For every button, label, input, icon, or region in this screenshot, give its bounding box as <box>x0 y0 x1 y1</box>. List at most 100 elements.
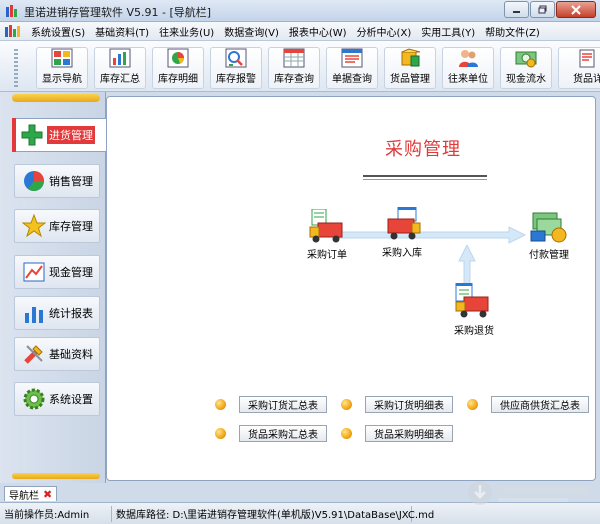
inventory-query-button[interactable]: 库存查询 <box>268 47 320 89</box>
bullet-icon <box>215 399 226 410</box>
tab-label: 导航栏 <box>9 490 39 502</box>
inventory-alarm-button[interactable]: 库存报警 <box>210 47 262 89</box>
nav-item-inventory[interactable]: 库存管理 <box>14 209 100 243</box>
goods-detail-button[interactable]: 货品详 <box>558 47 600 89</box>
nav-item-reports[interactable]: 统计报表 <box>14 296 100 330</box>
inventory-query-label: 库存查询 <box>274 74 314 85</box>
goods-management-label: 货品管理 <box>390 74 430 85</box>
flow-arrow-horizontal <box>337 226 527 244</box>
nav-item-system-settings[interactable]: 系统设置 <box>14 382 100 416</box>
document-icon <box>341 48 363 68</box>
nav-item-sales[interactable]: 销售管理 <box>14 164 100 198</box>
goods-detail-icon <box>579 49 595 68</box>
money-icon <box>515 51 537 68</box>
document-query-button[interactable]: 单据查询 <box>326 47 378 89</box>
inventory-summary-label: 库存汇总 <box>100 74 140 85</box>
inventory-detail-button[interactable]: 库存明细 <box>152 47 204 89</box>
nav-item-label: 统计报表 <box>49 307 93 320</box>
menu-logo-icon[interactable] <box>4 24 22 38</box>
flow-node-purchase-return[interactable]: 采购退货 <box>454 283 494 337</box>
receive-truck-icon <box>387 207 421 240</box>
flow-node-purchase-order[interactable]: 采购订单 <box>307 209 347 261</box>
nav-item-cash[interactable]: 现金管理 <box>14 255 100 289</box>
nav-item-basic-data[interactable]: 基础资料 <box>14 337 100 371</box>
bullet-icon <box>215 428 226 439</box>
report-button-order-summary[interactable]: 采购订货汇总表 <box>239 396 327 413</box>
title-rule <box>363 175 487 177</box>
show-nav-button[interactable]: 显示导航 <box>36 47 88 89</box>
toolbar-grip[interactable] <box>14 49 18 87</box>
goods-management-button[interactable]: 货品管理 <box>384 47 436 89</box>
tools-icon <box>21 341 47 367</box>
report-button-goods-purchase-summary[interactable]: 货品采购汇总表 <box>239 425 327 442</box>
report-link: 供应商供货汇总表 <box>467 396 589 413</box>
bullet-icon <box>467 399 478 410</box>
flow-label-purchase-receive: 采购入库 <box>382 248 422 259</box>
menu-system-settings[interactable]: 系统设置(S) <box>26 24 90 39</box>
menu-analysis-center[interactable]: 分析中心(X) <box>352 24 417 39</box>
table-icon <box>283 48 305 68</box>
payment-icon <box>530 212 567 243</box>
nav-item-label: 进货管理 <box>47 126 95 144</box>
inventory-alarm-label: 库存报警 <box>216 74 256 85</box>
nav-item-label: 系统设置 <box>49 393 93 406</box>
page-title: 采购管理 <box>385 139 461 160</box>
minimize-button[interactable] <box>504 1 529 18</box>
return-truck-icon <box>455 283 489 318</box>
nav-item-label: 现金管理 <box>49 266 93 279</box>
flow-label-payment: 付款管理 <box>529 250 569 261</box>
close-tab-icon[interactable]: ✖ <box>43 488 52 501</box>
cash-flow-button[interactable]: 现金流水 <box>500 47 552 89</box>
inventory-summary-button[interactable]: 库存汇总 <box>94 47 146 89</box>
nav-item-label: 基础资料 <box>49 348 93 361</box>
goods-detail-label: 货品详 <box>573 74 600 85</box>
flow-label-purchase-order: 采购订单 <box>307 250 347 261</box>
window-title: 里诺进销存管理软件 V5.91 - [导航栏] <box>24 6 212 19</box>
main-panel: 采购管理 采购订单 采购入库 付款管理 采购退货 采购订货汇总表 采购订货明细表… <box>106 96 596 481</box>
left-nav-bottom-bar <box>12 473 100 479</box>
report-link: 采购订货汇总表 <box>215 396 327 413</box>
nav-item-label: 销售管理 <box>49 175 93 188</box>
people-icon <box>459 50 478 67</box>
menu-report-center[interactable]: 报表中心(W) <box>284 24 352 39</box>
title-rule <box>363 179 487 180</box>
goods-icon <box>401 48 421 67</box>
menu-help[interactable]: 帮助文件(Z) <box>480 24 545 39</box>
report-button-order-detail[interactable]: 采购订货明细表 <box>365 396 453 413</box>
report-button-supplier-summary[interactable]: 供应商供货汇总表 <box>491 396 589 413</box>
window-controls <box>504 1 596 18</box>
menu-data-query[interactable]: 数据查询(V) <box>219 24 284 39</box>
tab-navigation[interactable]: 导航栏 ✖ <box>4 486 58 502</box>
business-partners-label: 往来单位 <box>448 74 488 85</box>
star-icon <box>21 213 47 239</box>
pie-icon <box>21 168 47 194</box>
menu-transactions[interactable]: 往来业务(U) <box>154 24 219 39</box>
stats-icon <box>21 300 47 326</box>
title-bar: 里诺进销存管理软件 V5.91 - [导航栏] <box>0 0 600 22</box>
toolbar: 显示导航 库存汇总 库存明细 库存报警 库存查询 单据查询 货品管理 往来单位 … <box>0 41 600 92</box>
inventory-detail-label: 库存明细 <box>158 74 198 85</box>
menu-utilities[interactable]: 实用工具(Y) <box>416 24 480 39</box>
cash-icon <box>21 259 47 285</box>
left-nav: 进货管理 销售管理 库存管理 现金管理 统计报表 基础资料 系统设置 <box>0 92 108 483</box>
report-link: 货品采购汇总表 <box>215 425 327 442</box>
close-button[interactable] <box>556 1 596 18</box>
nav-item-label: 库存管理 <box>49 220 93 233</box>
cash-flow-label: 现金流水 <box>506 74 546 85</box>
business-partners-button[interactable]: 往来单位 <box>442 47 494 89</box>
document-query-label: 单据查询 <box>332 74 372 85</box>
restore-icon <box>538 5 546 14</box>
status-db-path: 数据库路径: D:\里诺进销存管理软件(单机版)V5.91\DataBase\J… <box>112 505 434 522</box>
restore-button[interactable] <box>530 1 555 18</box>
watermark-logo <box>468 481 588 505</box>
nav-item-purchase[interactable]: 进货管理 <box>12 118 108 152</box>
flow-node-payment[interactable]: 付款管理 <box>529 211 569 261</box>
flow-node-purchase-receive[interactable]: 采购入库 <box>382 207 422 259</box>
alarm-icon <box>225 48 247 68</box>
report-button-goods-purchase-detail[interactable]: 货品采购明细表 <box>365 425 453 442</box>
bullet-icon <box>341 399 352 410</box>
chart-icon <box>109 48 131 68</box>
grid-icon <box>51 48 73 68</box>
minimize-icon <box>513 10 520 13</box>
menu-basic-data[interactable]: 基础资料(T) <box>90 24 154 39</box>
